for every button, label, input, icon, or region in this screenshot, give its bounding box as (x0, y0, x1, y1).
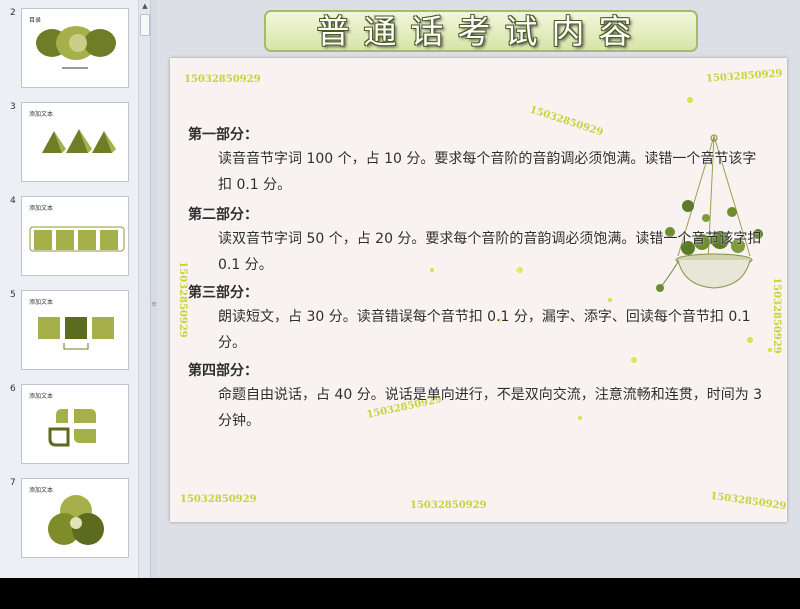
slide-thumbnail[interactable]: 添加文本 (21, 290, 129, 370)
section-heading: 第三部分： (188, 285, 258, 301)
slide-title-box[interactable]: 普通话考试内容 (264, 10, 698, 52)
thumbnail-number: 4 (10, 196, 16, 206)
thumbnail-row[interactable]: 7 添加文本 (0, 478, 138, 562)
thumbnail-number: 5 (10, 290, 16, 300)
thumbnail-graphic (42, 129, 116, 153)
section-body: 朗读短文，占 30 分。读音错误每个音节扣 0.1 分，漏字、添字、回读每个音节… (218, 309, 751, 351)
section-body: 命题自由说话，占 40 分。说话是单向进行，不是双向交流，注意流畅和连贯，时间为… (218, 387, 763, 429)
thumbnail-graphic (48, 409, 96, 447)
thumbnail-graphic (38, 317, 114, 350)
thumbnail-row[interactable]: 2 目录 (0, 8, 138, 92)
slide-thumbnail[interactable]: 添加文本 (21, 102, 129, 182)
thumbnail-number: 3 (10, 102, 16, 112)
thumbnail-graphic (48, 495, 104, 545)
thumbnail-number: 2 (10, 8, 16, 18)
slide-title: 普通话考试内容 (316, 12, 646, 51)
pane-splitter[interactable]: ≡ (150, 0, 157, 578)
scrollbar-thumb[interactable] (140, 14, 150, 36)
slide-thumbnail-pane: 2 目录 3 添加文本 4 添加文本 5 添加文本 6 添加文本 7 添加文本 (0, 0, 138, 578)
slide-thumbnail[interactable]: 添加文本 (21, 478, 129, 558)
section-heading: 第四部分： (188, 363, 258, 379)
presentation-window: 2 目录 3 添加文本 4 添加文本 5 添加文本 6 添加文本 7 添加文本 … (0, 0, 800, 578)
section-body: 读双音节字词 50 个，占 20 分。要求每个音阶的音韵调必须饱满。读错一个音节… (218, 231, 762, 273)
thumbnail-number: 7 (10, 478, 16, 488)
section-body: 读音音节字词 100 个，占 10 分。要求每个音阶的音韵调必须饱满。读错一个音… (218, 151, 757, 193)
slide-thumbnail[interactable]: 添加文本 (21, 384, 129, 464)
thumbnail-row[interactable]: 3 添加文本 (0, 102, 138, 186)
section-heading: 第一部分： (188, 127, 258, 143)
slide-thumbnail[interactable]: 目录 (21, 8, 129, 88)
thumbnail-graphic (36, 26, 116, 69)
thumbnail-number: 6 (10, 384, 16, 394)
thumbnail-row[interactable]: 5 添加文本 (0, 290, 138, 374)
thumbnail-row[interactable]: 4 添加文本 (0, 196, 138, 280)
slide-canvas[interactable]: 15032850929 15032850929 15032850929 1503… (170, 58, 787, 522)
section-heading: 第二部分： (188, 207, 258, 223)
slide-thumbnail[interactable]: 添加文本 (21, 196, 129, 276)
thumbnail-row[interactable]: 6 添加文本 (0, 384, 138, 468)
thumbnail-graphic (29, 226, 125, 252)
